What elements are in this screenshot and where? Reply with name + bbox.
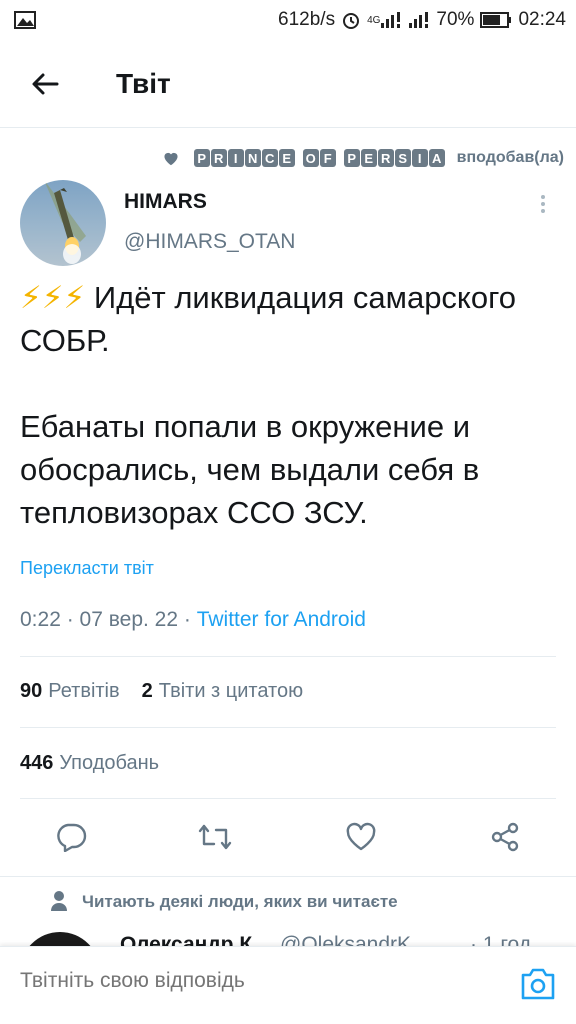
boxed-letter: O [302, 149, 319, 167]
boxed-letter: E [360, 149, 377, 167]
avatar[interactable] [20, 932, 100, 946]
share-icon [491, 822, 519, 852]
person-icon [51, 891, 67, 911]
boxed-letter: C [261, 149, 278, 167]
retweet-button[interactable] [190, 812, 240, 862]
tweet-actions [0, 812, 576, 862]
tweet-body: Идёт ликвидация самарского СОБР. Ебанаты… [20, 280, 516, 530]
signal-4g-icon: 4G [367, 11, 402, 29]
boxed-letter: R [210, 149, 227, 167]
back-button[interactable] [0, 40, 90, 128]
retweets-stat[interactable]: 90 Ретвітів [20, 680, 120, 703]
divider [20, 656, 556, 657]
boxed-letter: S [394, 149, 411, 167]
liked-by-name-word: OF [302, 149, 336, 167]
reply-input[interactable] [20, 969, 500, 993]
quotes-stat[interactable]: 2 Твіти з цитатою [142, 680, 303, 703]
share-button[interactable] [480, 812, 530, 862]
social-context-text: Читають деякі люди, яких ви читаєте [82, 892, 398, 911]
boxed-letter: R [377, 149, 394, 167]
reply-composer [0, 946, 576, 1024]
status-bar: 612b/s 4G 70% 02:24 [0, 0, 576, 40]
clock: 02:24 [518, 9, 566, 30]
tweet-meta: 0:22 · 07 вер. 22 · Twitter for Android [20, 608, 366, 632]
tweet-timestamp: 0:22 · 07 вер. 22 · [20, 608, 197, 631]
boxed-letter: A [428, 149, 445, 167]
battery-icon [480, 11, 512, 29]
alarm-icon [341, 10, 361, 30]
reply-author-handle[interactable]: @OleksandrK... [280, 933, 429, 946]
boxed-letter: F [319, 149, 336, 167]
more-options-button[interactable] [538, 192, 548, 216]
section-divider [0, 876, 576, 877]
liked-by-context[interactable]: PRINCEOFPERSIA вподобав(ла) [0, 143, 576, 173]
boxed-letter: P [343, 149, 360, 167]
tweet-source-link[interactable]: Twitter for Android [197, 608, 366, 631]
reply-button[interactable] [46, 812, 96, 862]
liked-by-name[interactable]: PRINCEOFPERSIA [193, 149, 451, 167]
boxed-letter: N [244, 149, 261, 167]
reply-icon [57, 823, 87, 852]
liked-by-name-word: PERSIA [343, 149, 445, 167]
lightning-emoji: ⚡⚡⚡ [20, 280, 86, 315]
author-handle[interactable]: @HIMARS_OTAN [124, 230, 295, 254]
divider [20, 798, 556, 799]
tweet-author: HIMARS @HIMARS_OTAN [20, 180, 556, 270]
like-button[interactable] [336, 812, 386, 862]
translate-tweet-link[interactable]: Перекласти твіт [20, 558, 154, 579]
boxed-letter: I [411, 149, 428, 167]
heart-icon [346, 822, 376, 851]
boxed-letter: I [227, 149, 244, 167]
gallery-notification-icon [14, 11, 36, 29]
page-title: Твіт [116, 67, 171, 99]
reply-time: · 1 год [470, 933, 532, 946]
reply-tweet-preview[interactable]: Олександр К @OleksandrK... · 1 год [0, 928, 576, 946]
signal-icon [408, 11, 430, 29]
heart-filled-icon [164, 152, 178, 166]
tweet-text: ⚡⚡⚡ Идёт ликвидация самарского СОБР. Еба… [20, 276, 560, 534]
boxed-letter: P [193, 149, 210, 167]
boxed-letter: E [278, 149, 295, 167]
app-header: Твіт [0, 40, 576, 128]
social-context: Читають деякі люди, яких ви читаєте [51, 891, 398, 912]
network-speed: 612b/s [278, 9, 336, 30]
arrow-left-icon [32, 73, 59, 94]
liked-by-action: вподобав(ла) [456, 149, 564, 166]
camera-button[interactable] [520, 967, 556, 1001]
camera-icon [521, 968, 555, 1000]
liked-by-name-word: PRINCE [193, 149, 295, 167]
reply-author-name[interactable]: Олександр К [120, 933, 252, 946]
likes-stat[interactable]: 446 Уподобань [20, 752, 159, 775]
retweet-stats: 90 Ретвітів 2 Твіти з цитатою [20, 680, 303, 703]
battery-percent: 70% [436, 9, 475, 30]
author-name[interactable]: HIMARS [124, 190, 207, 214]
divider [20, 727, 556, 728]
retweet-icon [198, 824, 232, 850]
avatar[interactable] [20, 180, 106, 266]
